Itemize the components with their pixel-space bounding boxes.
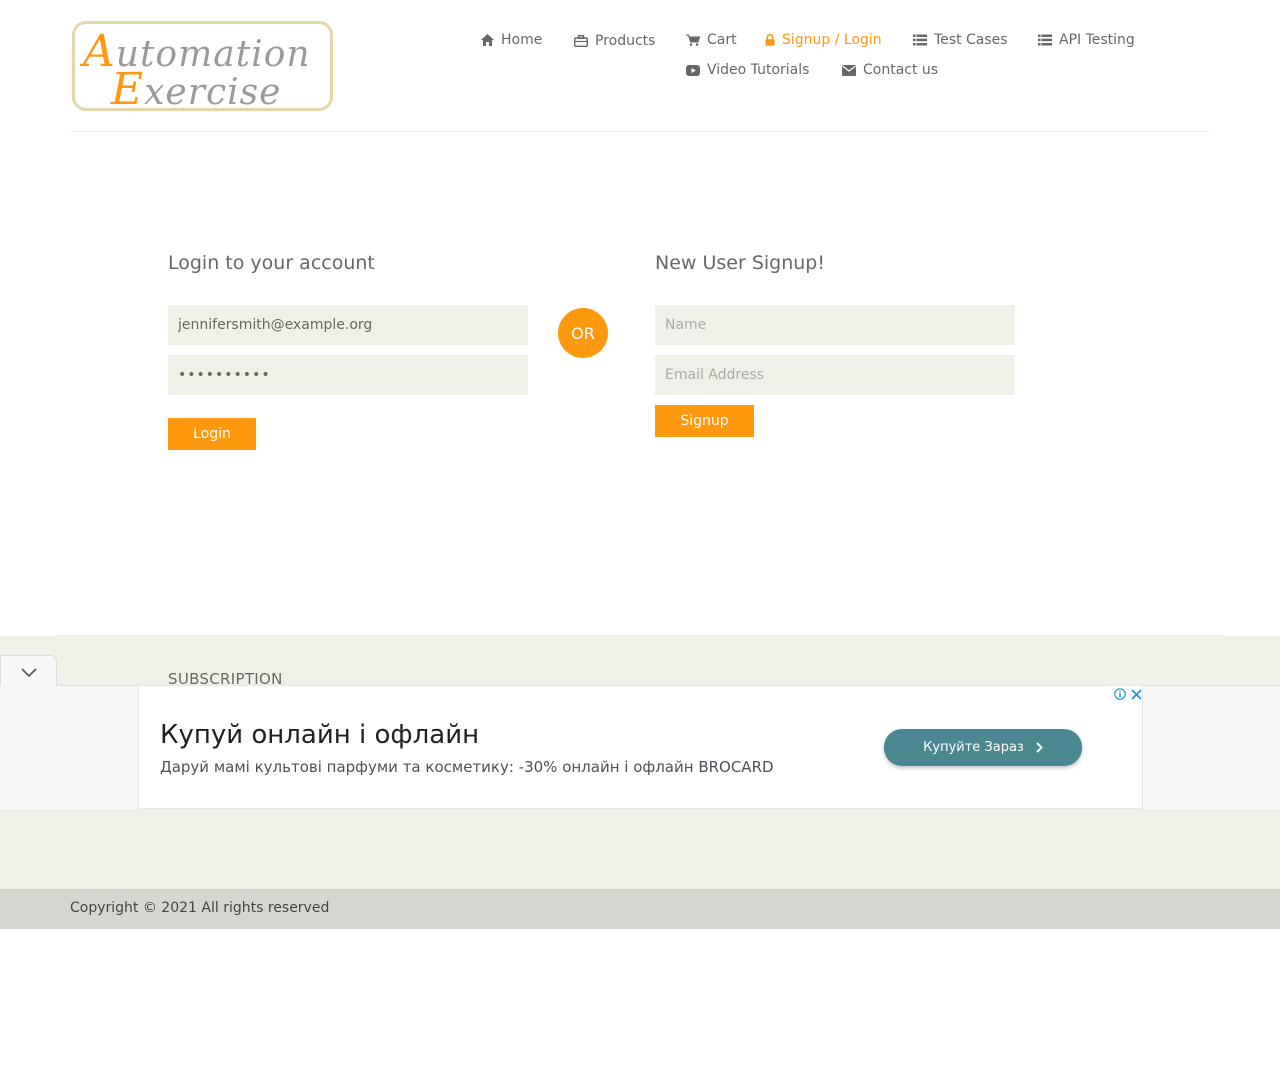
envelope-icon bbox=[842, 63, 856, 77]
shopping-cart-icon bbox=[686, 33, 700, 47]
footer-edge-right bbox=[1224, 635, 1280, 636]
list-icon bbox=[1038, 33, 1052, 47]
nav-cart[interactable]: Cart bbox=[686, 30, 737, 50]
footer-edge-left bbox=[0, 635, 56, 636]
chevron-down-icon bbox=[20, 662, 37, 681]
ad-close-icon[interactable] bbox=[1129, 687, 1143, 701]
chevron-right-icon bbox=[1036, 742, 1043, 753]
nav-api-testing-label: API Testing bbox=[1059, 32, 1135, 48]
lock-icon bbox=[765, 33, 775, 47]
signup-title: New User Signup! bbox=[655, 252, 825, 274]
ad-cta-button[interactable]: Купуйте Зараз bbox=[884, 729, 1082, 766]
login-button[interactable]: Login bbox=[168, 418, 256, 450]
list-icon bbox=[913, 33, 927, 47]
header-divider bbox=[70, 131, 1210, 132]
ad-collapse-toggle[interactable] bbox=[0, 655, 57, 686]
ad-info-icon[interactable] bbox=[1113, 687, 1127, 701]
briefcase-icon bbox=[574, 34, 588, 48]
logo-text-exercise: xercise bbox=[144, 72, 282, 113]
site-logo[interactable]: Automation Exercise bbox=[72, 21, 333, 115]
ad-description: Даруй мамі культові парфуми та косметику… bbox=[160, 758, 774, 776]
ad-headline: Купуй онлайн і офлайн bbox=[160, 720, 480, 750]
ad-banner[interactable]: Купуй онлайн і офлайн Даруй мамі культов… bbox=[138, 685, 1143, 809]
nav-signup-login[interactable]: Signup / Login bbox=[765, 30, 882, 50]
signup-button[interactable]: Signup bbox=[655, 405, 754, 437]
login-title: Login to your account bbox=[168, 252, 375, 274]
login-password-field[interactable] bbox=[168, 355, 528, 395]
nav-cart-label: Cart bbox=[707, 32, 737, 48]
home-icon bbox=[480, 33, 494, 47]
nav-test-cases-label: Test Cases bbox=[934, 32, 1008, 48]
nav-test-cases[interactable]: Test Cases bbox=[913, 30, 1008, 50]
signup-name-field[interactable] bbox=[655, 305, 1015, 345]
youtube-play-icon bbox=[686, 63, 700, 77]
nav-video-tutorials[interactable]: Video Tutorials bbox=[686, 60, 809, 80]
copyright-text: Copyright © 2021 All rights reserved bbox=[70, 900, 330, 916]
logo-initial-e: E bbox=[111, 64, 145, 115]
nav-signup-login-label: Signup / Login bbox=[782, 32, 882, 48]
logo-line-2: Exercise bbox=[111, 64, 281, 115]
nav-home-label: Home bbox=[501, 32, 543, 48]
nav-api-testing[interactable]: API Testing bbox=[1038, 30, 1135, 50]
nav-products-label: Products bbox=[595, 33, 656, 49]
nav-products[interactable]: Products bbox=[574, 31, 655, 51]
nav-home[interactable]: Home bbox=[480, 30, 542, 50]
or-badge: OR bbox=[558, 308, 608, 358]
nav-video-tutorials-label: Video Tutorials bbox=[707, 62, 810, 78]
signup-email-field[interactable] bbox=[655, 355, 1015, 395]
nav-contact-us-label: Contact us bbox=[863, 62, 939, 78]
nav-contact-us[interactable]: Contact us bbox=[842, 60, 938, 80]
login-email-field[interactable] bbox=[168, 305, 528, 345]
ad-cta-label: Купуйте Зараз bbox=[923, 740, 1024, 755]
